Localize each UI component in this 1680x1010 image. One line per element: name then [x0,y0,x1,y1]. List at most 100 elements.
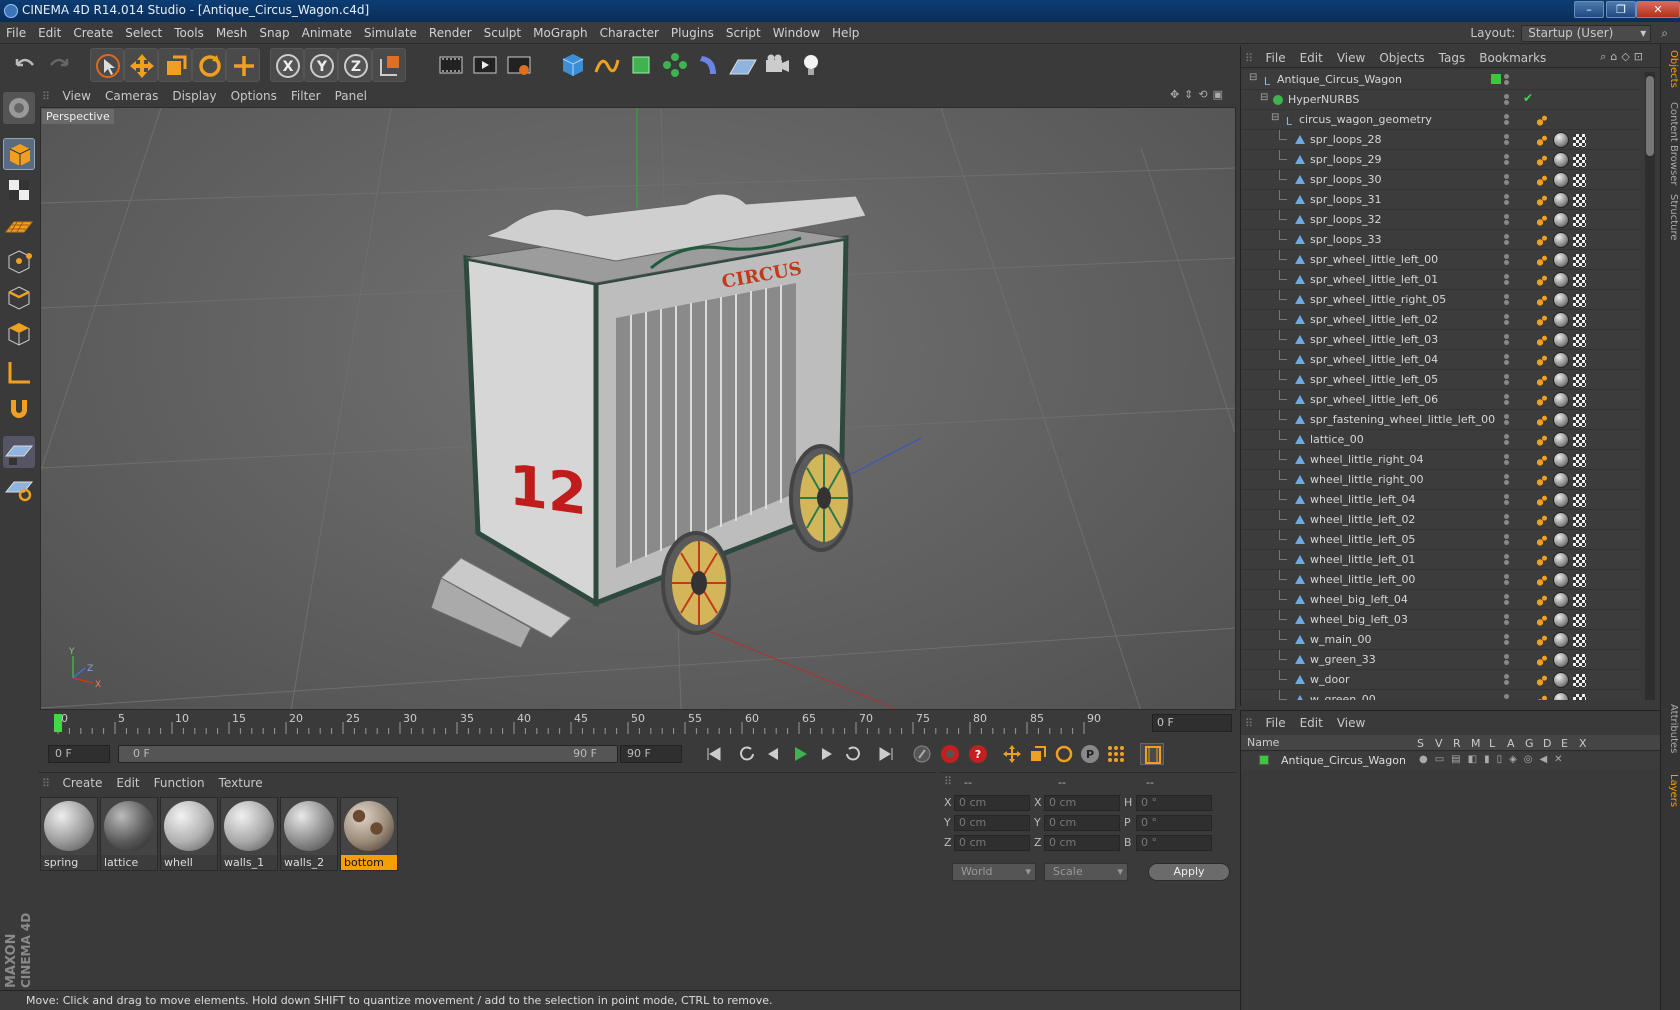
menu-snap[interactable]: Snap [253,22,295,44]
render-visibility-dot[interactable] [1504,500,1509,505]
layer-flag-column[interactable]: S [1417,737,1424,750]
uvw-tag-icon[interactable] [1573,394,1586,407]
material-tag-icon[interactable] [1553,232,1569,248]
key-parameter-icon[interactable]: P [1078,743,1102,765]
texture-mode-icon[interactable] [3,174,35,206]
grip-icon[interactable]: ⠿ [38,90,52,103]
render-visibility-dot[interactable] [1504,520,1509,525]
layer-flag-column[interactable]: A [1507,737,1515,750]
material-menu-edit[interactable]: Edit [109,773,146,793]
editor-visibility-dot[interactable] [1504,454,1509,459]
uvw-tag-icon[interactable] [1573,374,1586,387]
object-row[interactable]: spr_wheel_little_right_05 [1241,290,1641,310]
object-toolbar-icons[interactable]: ⌕⌂◇⊡ [1600,50,1647,64]
visibility-dots[interactable] [1502,494,1522,506]
material-tag-icon[interactable] [1553,492,1569,508]
editor-visibility-dot[interactable] [1504,154,1509,159]
material-tag-icon[interactable] [1553,692,1569,700]
coordinate-system-icon[interactable] [372,48,406,82]
uvw-tag-icon[interactable] [1573,594,1586,607]
layer-flag-column[interactable]: L [1489,737,1495,750]
y-axis-lock-icon[interactable]: Y [304,48,338,82]
render-visibility-dot[interactable] [1504,300,1509,305]
render-visibility-dot[interactable] [1504,240,1509,245]
z-axis-lock-icon[interactable]: Z [338,48,372,82]
points-mode-icon[interactable] [3,246,35,278]
material-tag-icon[interactable] [1553,272,1569,288]
object-row[interactable]: spr_loops_28 [1241,130,1641,150]
phong-tag-icon[interactable] [1537,414,1547,426]
object-row[interactable]: wheel_big_left_04 [1241,590,1641,610]
object-row[interactable]: spr_loops_31 [1241,190,1641,210]
editor-visibility-dot[interactable] [1504,634,1509,639]
object-menu-file[interactable]: File [1259,46,1293,70]
visibility-dots[interactable] [1502,414,1522,426]
light-icon[interactable] [794,48,828,82]
uvw-tag-icon[interactable] [1573,314,1586,327]
object-row[interactable]: w_green_00 [1241,690,1641,700]
object-menu-view[interactable]: View [1330,46,1372,70]
material-tag-icon[interactable] [1553,132,1569,148]
editor-visibility-dot[interactable] [1504,334,1509,339]
grip-icon[interactable]: ⠿ [1241,52,1255,65]
uvw-tag-icon[interactable] [1573,334,1586,347]
uvw-tag-icon[interactable] [1573,554,1586,567]
editor-visibility-dot[interactable] [1504,494,1509,499]
visibility-dots[interactable] [1502,594,1522,606]
close-button[interactable]: ✕ [1636,1,1680,18]
render-visibility-dot[interactable] [1504,120,1509,125]
visibility-dots[interactable] [1502,574,1522,586]
visibility-dots[interactable] [1502,474,1522,486]
phong-tag-icon[interactable] [1537,654,1547,666]
editor-visibility-dot[interactable] [1504,94,1509,99]
viewport-menu-panel[interactable]: Panel [328,86,374,106]
uvw-tag-icon[interactable] [1573,674,1586,687]
next-frame-icon[interactable] [814,743,838,765]
uvw-tag-icon[interactable] [1573,414,1586,427]
render-visibility-dot[interactable] [1504,160,1509,165]
editor-visibility-dot[interactable] [1504,374,1509,379]
phong-tag-icon[interactable] [1537,354,1547,366]
material-tag-icon[interactable] [1553,152,1569,168]
object-row[interactable]: wheel_little_right_00 [1241,470,1641,490]
redo-button[interactable] [42,48,76,82]
uvw-tag-icon[interactable] [1573,254,1586,267]
render-visibility-dot[interactable] [1504,540,1509,545]
visibility-dots[interactable] [1502,74,1522,86]
editor-visibility-dot[interactable] [1504,434,1509,439]
render-settings-icon[interactable] [502,48,536,82]
visibility-dots[interactable] [1502,354,1522,366]
grip-icon[interactable]: ⠿ [1241,717,1255,730]
material-menu-texture[interactable]: Texture [212,773,270,793]
material-tag-icon[interactable] [1553,392,1569,408]
editor-visibility-dot[interactable] [1504,134,1509,139]
expand-toggle-icon[interactable]: ⊟ [1260,92,1268,103]
material-tag-icon[interactable] [1553,592,1569,608]
object-row[interactable]: spr_wheel_little_left_06 [1241,390,1641,410]
render-visibility-dot[interactable] [1504,380,1509,385]
prev-frame-icon[interactable] [762,743,786,765]
layer-row[interactable]: Antique_Circus_Wagon ●▭▤◧▮▯◈◎◀✕ [1241,752,1661,770]
max-frame-input[interactable]: 90 F [620,745,682,763]
expand-toggle-icon[interactable]: ⊟ [1271,112,1279,123]
perspective-viewport[interactable]: CIRCUS 12 Y Z X [40,107,1236,710]
phong-tag-icon[interactable] [1537,154,1547,166]
minimize-button[interactable]: – [1574,1,1604,18]
object-row[interactable]: spr_wheel_little_left_05 [1241,370,1641,390]
phong-tag-icon[interactable] [1537,374,1547,386]
side-tab-content-browser[interactable]: Content Browser [1663,102,1679,185]
object-row[interactable]: ⊟ L Antique_Circus_Wagon [1241,70,1641,90]
menu-plugins[interactable]: Plugins [665,22,720,44]
render-to-picture-viewer-icon[interactable] [468,48,502,82]
uvw-tag-icon[interactable] [1573,614,1586,627]
object-menu-objects[interactable]: Objects [1372,46,1431,70]
object-row[interactable]: spr_loops_30 [1241,170,1641,190]
current-frame-input[interactable]: 0 F [48,745,110,763]
layer-flag-icons[interactable]: ●▭▤◧▮▯◈◎◀✕ [1419,754,1570,765]
material-tag-icon[interactable] [1553,652,1569,668]
side-tab-layers[interactable]: Layers [1663,774,1679,807]
menu-animate[interactable]: Animate [296,22,358,44]
editor-visibility-dot[interactable] [1504,294,1509,299]
coord-space-dropdown[interactable]: World ▾ [952,863,1036,881]
render-visibility-dot[interactable] [1504,220,1509,225]
